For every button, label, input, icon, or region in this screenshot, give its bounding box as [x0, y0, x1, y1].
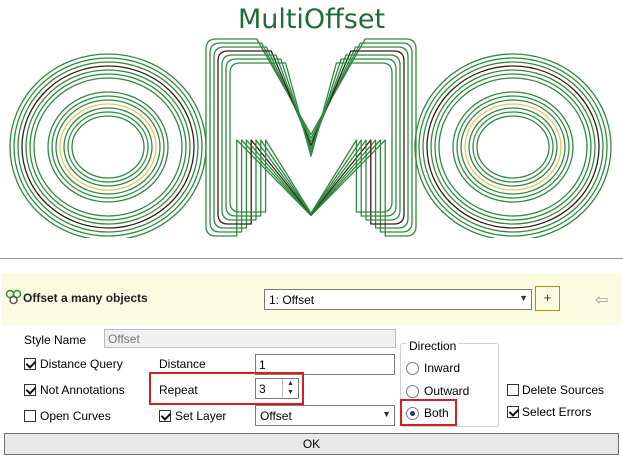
set-layer-label: Set Layer: [175, 409, 227, 423]
undo-arrow-icon[interactable]: ⇦: [595, 290, 608, 310]
distance-query-label: Distance Query: [40, 357, 123, 371]
style-name-field: Offset: [104, 329, 396, 348]
preset-dropdown[interactable]: 1: Offset ▼: [264, 289, 532, 310]
preset-selected: 1: Offset: [269, 293, 315, 307]
highlight-both: [400, 399, 457, 426]
highlight-repeat: [149, 372, 304, 405]
distance-query-checkbox[interactable]: [24, 358, 36, 370]
delete-sources-label: Delete Sources: [522, 383, 605, 397]
not-annotations-checkbox[interactable]: [24, 384, 36, 396]
open-curves-checkbox[interactable]: [24, 410, 36, 422]
distance-label: Distance: [159, 357, 206, 371]
chevron-down-icon: ▼: [519, 293, 528, 303]
not-annotations-label: Not Annotations: [40, 383, 125, 397]
select-errors-checkbox[interactable]: [507, 406, 519, 418]
ok-button[interactable]: OK: [4, 433, 619, 455]
offset-dialog: Offset a many objects 1: Offset ▼ + ⇦ St…: [0, 258, 623, 458]
delete-sources-checkbox[interactable]: [507, 384, 519, 396]
direction-title: Direction: [407, 339, 459, 353]
layer-dropdown[interactable]: Offset ▼: [255, 405, 395, 426]
radio-outward[interactable]: [406, 385, 419, 398]
radio-outward-label: Outward: [424, 384, 470, 398]
banner: MultiOffset: [0, 0, 623, 238]
open-curves-label: Open Curves: [40, 409, 111, 423]
omo-logo-art: [9, 38, 612, 238]
add-preset-button[interactable]: +: [535, 286, 560, 311]
radio-inward-label: Inward: [424, 361, 461, 375]
layer-selected: Offset: [260, 409, 292, 423]
distance-value: 1: [259, 358, 266, 372]
set-layer-checkbox[interactable]: [159, 410, 171, 422]
style-name-label: Style Name: [24, 333, 87, 347]
tool-title: Offset a many objects: [23, 291, 148, 305]
radio-inward[interactable]: [406, 362, 419, 375]
multi-offset-icon: [5, 289, 22, 305]
style-name-value: Offset: [108, 332, 140, 346]
select-errors-label: Select Errors: [522, 405, 592, 419]
chevron-down-icon: ▼: [382, 409, 391, 419]
